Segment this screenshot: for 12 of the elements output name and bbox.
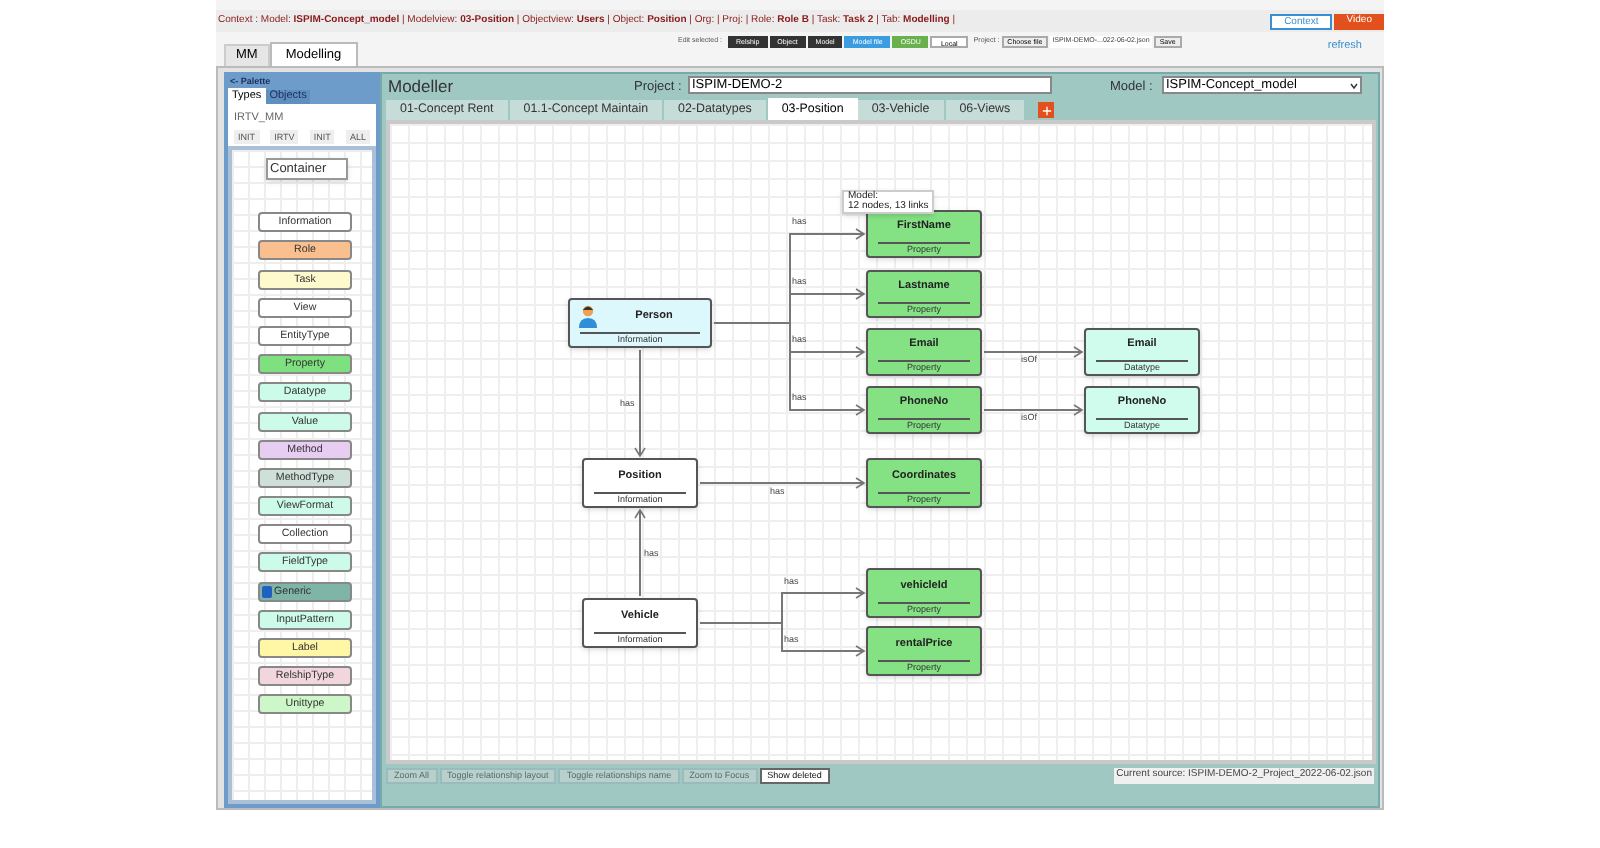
connector-arrow[interactable] bbox=[699, 477, 866, 489]
caret-icon bbox=[1350, 81, 1358, 89]
connector-arrow[interactable] bbox=[983, 404, 1084, 416]
connector-arrow[interactable] bbox=[983, 346, 1084, 358]
add-tab-button[interactable] bbox=[1038, 102, 1055, 118]
info-icon bbox=[262, 585, 272, 598]
person-icon bbox=[578, 304, 598, 328]
modeller-title: Modeller bbox=[386, 73, 454, 99]
connector-arrow[interactable] bbox=[699, 622, 866, 657]
connector-arrow[interactable] bbox=[713, 322, 866, 416]
connector-arrow[interactable] bbox=[634, 508, 646, 597]
connector-arrow[interactable] bbox=[634, 349, 646, 458]
